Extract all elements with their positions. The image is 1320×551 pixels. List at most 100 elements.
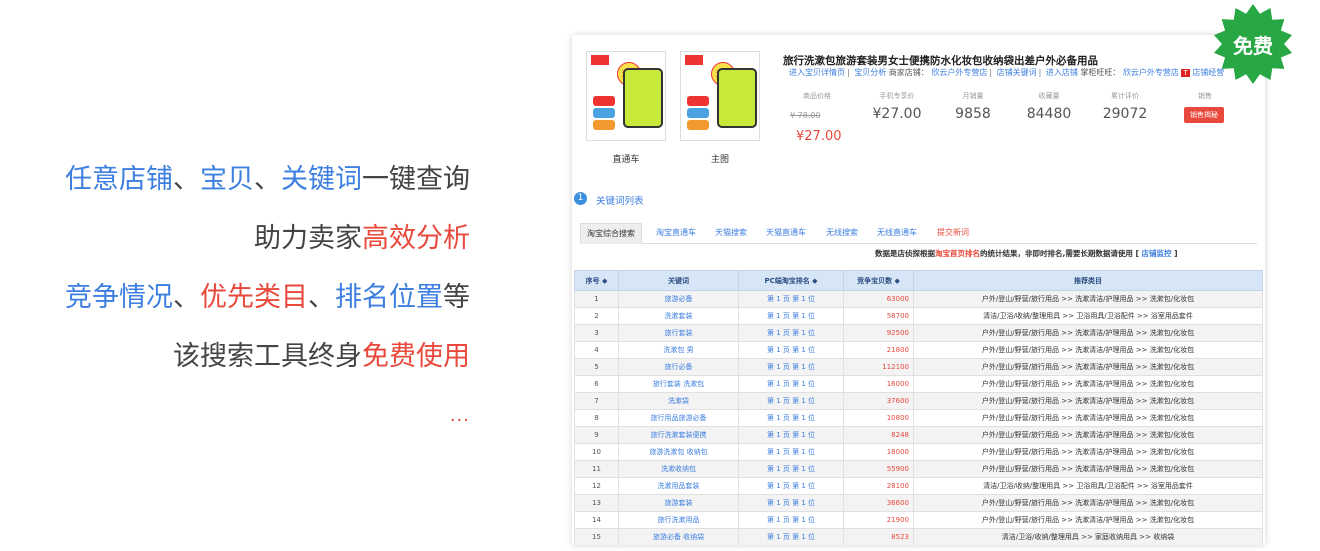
row-keyword[interactable]: 旅行必备 [618, 358, 739, 376]
table-row: 3 旅行套装第 1 页 第 1 位 92500 户外/登山/野营/旅行用品 >> 洗漱… [574, 324, 1263, 342]
link-enter-shop[interactable]: 进入店铺 [1046, 68, 1078, 77]
row-pc-rank: 第 1 页 第 1 位 [738, 511, 844, 529]
table-row: 7 洗漱袋第 1 页 第 1 位 37600 户外/登山/野营/旅行用品 >> 洗漱清… [574, 392, 1263, 410]
promo-ellipsis: ... [449, 405, 470, 426]
bag-image-icon [623, 68, 663, 128]
section-number-badge: 1 [574, 192, 587, 205]
row-category: 户外/登山/野营/旅行用品 >> 洗漱清洁/护理用品 >> 洗漱包/化妆包 [913, 443, 1263, 461]
row-index: 1 [574, 290, 619, 308]
promo-segment: 该搜索工具终身 [173, 341, 362, 372]
row-keyword[interactable]: 洗漱收纳包 [618, 460, 739, 478]
row-pc-rank: 第 1 页 第 1 位 [738, 341, 844, 359]
row-pc-rank: 第 1 页 第 1 位 [738, 460, 844, 478]
promo-segment: 等 [443, 282, 470, 313]
row-index: 3 [574, 324, 619, 342]
section-title: 关键词列表 [596, 196, 644, 207]
row-category: 户外/登山/野营/旅行用品 >> 洗漱清洁/护理用品 >> 洗漱包/化妆包 [913, 460, 1263, 478]
row-keyword[interactable]: 旅游必备 [618, 290, 739, 308]
row-keyword[interactable]: 旅行洗漱用品 [618, 511, 739, 529]
row-pc-rank: 第 1 页 第 1 位 [738, 426, 844, 444]
stat-label: 收藏量 [1038, 92, 1060, 100]
col-header-index[interactable]: 序号 ◆ [574, 270, 619, 291]
row-keyword[interactable]: 旅游洗漱包 收纳包 [618, 443, 739, 461]
row-keyword[interactable]: 旅行用品旅游必备 [618, 409, 739, 427]
row-pc-rank: 第 1 页 第 1 位 [738, 307, 844, 325]
row-index: 15 [574, 528, 619, 545]
tab-tmall-search[interactable]: 天猫搜索 [709, 223, 753, 242]
row-competitor-count: 92500 [843, 324, 914, 342]
row-category: 户外/登山/野营/旅行用品 >> 洗漱清洁/护理用品 >> 洗漱包/化妆包 [913, 324, 1263, 342]
reviews-value: 29072 [1102, 106, 1148, 122]
thumbnail-caption: 直通车 [612, 155, 640, 165]
tab-tmall-ztc[interactable]: 天猫直通车 [760, 223, 812, 242]
tab-taobao-search[interactable]: 淘宝综合搜索 [580, 223, 642, 244]
tab-taobao-ztc[interactable]: 淘宝直通车 [650, 223, 702, 242]
row-keyword[interactable]: 旅行洗漱套装便携 [618, 426, 739, 444]
link-shop-name[interactable]: 欣云户外专营店 [931, 68, 987, 77]
col-header-keyword: 关键词 [618, 270, 739, 291]
row-category: 户外/登山/野营/旅行用品 >> 洗漱清洁/护理用品 >> 洗漱包/化妆包 [913, 358, 1263, 376]
row-index: 5 [574, 358, 619, 376]
product-thumbnail-ztc[interactable]: 送六 [586, 51, 666, 141]
promo-segment: 宝贝 [200, 164, 254, 195]
bag-image-icon [717, 68, 757, 128]
row-keyword[interactable]: 旅行套装 [618, 324, 739, 342]
shop-monitor-link[interactable]: 店铺监控 [1142, 249, 1172, 258]
row-pc-rank: 第 1 页 第 1 位 [738, 409, 844, 427]
row-competitor-count: 10800 [843, 409, 914, 427]
original-price: ¥ 78.00 [790, 111, 821, 120]
tab-submit-new-word[interactable]: 提交新词 [931, 223, 975, 242]
mobile-price-value: ¥27.00 [872, 106, 922, 122]
promo-segment: 一键查询 [362, 164, 470, 195]
link-wangwang[interactable]: 欣云户外专营店 [1123, 68, 1179, 77]
promo-segment: 高效分析 [362, 223, 470, 254]
table-row: 11 洗漱收纳包第 1 页 第 1 位 55900 户外/登山/野营/旅行用品 >> … [574, 460, 1263, 478]
row-pc-rank: 第 1 页 第 1 位 [738, 443, 844, 461]
row-pc-rank: 第 1 页 第 1 位 [738, 477, 844, 495]
promo-segment: 任意店铺 [65, 164, 173, 195]
table-row: 14 旅行洗漱用品第 1 页 第 1 位 21900 户外/登山/野营/旅行用品 >>… [574, 511, 1263, 529]
current-price: ¥27.00 [796, 129, 842, 144]
row-index: 11 [574, 460, 619, 478]
row-category: 户外/登山/野营/旅行用品 >> 洗漱清洁/护理用品 >> 洗漱包/化妆包 [913, 375, 1263, 393]
row-competitor-count: 112100 [843, 358, 914, 376]
row-keyword[interactable]: 旅游套装 [618, 494, 739, 512]
monthly-sales-value: 9858 [955, 106, 991, 122]
row-category: 清洁/卫浴/收纳/整理用具 >> 卫浴用具/卫浴配件 >> 浴室用品套件 [913, 307, 1263, 325]
row-index: 7 [574, 392, 619, 410]
stat-label: 累计评价 [1111, 92, 1139, 100]
row-competitor-count: 37600 [843, 392, 914, 410]
row-competitor-count: 36600 [843, 494, 914, 512]
col-header-pc-rank[interactable]: PC端淘宝排名 ◆ [738, 270, 844, 291]
table-row: 12 洗漱用品套装第 1 页 第 1 位 28100 清洁/卫浴/收纳/整理用具 >>… [574, 477, 1263, 495]
link-item-analysis[interactable]: 宝贝分析 [854, 68, 886, 77]
link-shop-keywords[interactable]: 店铺关键词 [997, 68, 1037, 77]
row-pc-rank: 第 1 页 第 1 位 [738, 358, 844, 376]
row-competitor-count: 55900 [843, 460, 914, 478]
product-title[interactable]: 旅行洗漱包旅游套装男女士便携防水化妆包收纳袋出差户外必备用品 [783, 53, 1098, 68]
wangwang-label: 掌柜旺旺： [1080, 68, 1121, 77]
row-competitor-count: 63000 [843, 290, 914, 308]
promo-segment: 、 [173, 282, 200, 313]
tab-wireless-ztc[interactable]: 无线直通车 [871, 223, 923, 242]
table-header-row: 序号 ◆ 关键词 PC端淘宝排名 ◆ 竞争宝贝数 ◆ 推荐类目 [574, 270, 1263, 291]
row-keyword[interactable]: 洗漱袋 [618, 392, 739, 410]
sales-reveal-button[interactable]: 销售揭秘 [1184, 107, 1224, 123]
promo-line-3: 竞争情况、优先类目、排名位置等 [0, 268, 470, 327]
row-keyword[interactable]: 旅游必备 收纳袋 [618, 528, 739, 545]
tab-wireless-search[interactable]: 无线搜索 [820, 223, 864, 242]
row-competitor-count: 21800 [843, 341, 914, 359]
data-notice: 数据是店侦探根据淘宝首页排名的统计结果，非即时排名,需要长期数据请使用 [ 店铺… [875, 248, 1178, 259]
promo-segment: 、 [254, 164, 281, 195]
row-keyword[interactable]: 洗漱包 男 [618, 341, 739, 359]
col-header-competitors[interactable]: 竞争宝贝数 ◆ [843, 270, 914, 291]
row-keyword[interactable]: 旅行套装 洗漱包 [618, 375, 739, 393]
row-keyword[interactable]: 洗漱套装 [618, 307, 739, 325]
product-thumbnail-main[interactable]: 送六 [680, 51, 760, 141]
link-item-detail[interactable]: 进入宝贝详情页 [789, 68, 845, 77]
row-index: 14 [574, 511, 619, 529]
row-keyword[interactable]: 洗漱用品套装 [618, 477, 739, 495]
table-row: 8 旅行用品旅游必备第 1 页 第 1 位 10800 户外/登山/野营/旅行用品 >… [574, 409, 1263, 427]
table-row: 5 旅行必备第 1 页 第 1 位 112100 户外/登山/野营/旅行用品 >> 洗… [574, 358, 1263, 376]
notice-highlight: 淘宝首页排名 [935, 249, 980, 258]
